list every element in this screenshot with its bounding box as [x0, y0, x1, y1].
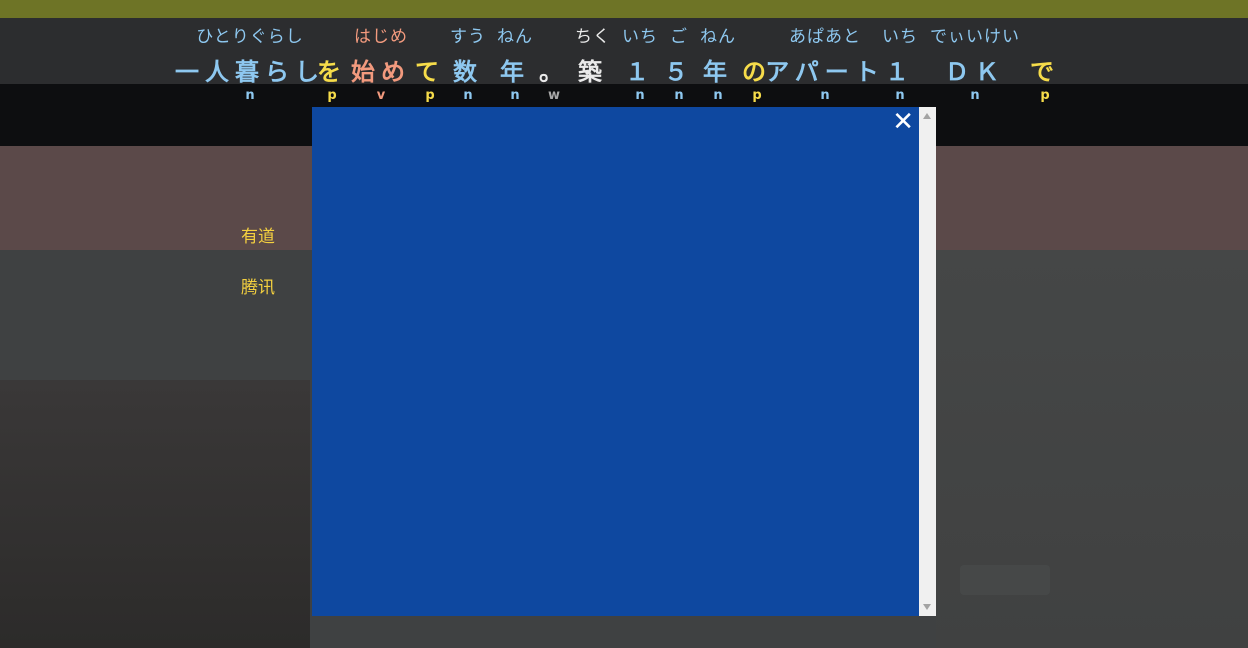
token-pos: n [635, 88, 645, 103]
token-text: 数 [453, 58, 483, 86]
dictionary-link-youdao[interactable]: 有道 [241, 222, 275, 247]
token-pos: n [245, 88, 255, 103]
token-reading: ねん [497, 27, 533, 47]
token-pos: p [752, 88, 762, 103]
token-pos: n [895, 88, 905, 103]
token-pos: n [820, 88, 830, 103]
token-pos: v [376, 88, 386, 103]
token-text: 一人暮らし [175, 58, 325, 86]
token-text: ＤＫ [945, 58, 1005, 86]
token-pos: p [1040, 88, 1050, 103]
token-reading: いち [882, 27, 918, 47]
token-reading: ひとりぐらし [196, 27, 304, 47]
token-text: ５ [664, 58, 694, 86]
token-reading: すう [450, 27, 486, 47]
token-text: て [415, 58, 445, 86]
token-text: 年 [703, 58, 733, 86]
dictionary-modal: ✕ [312, 107, 936, 616]
token-pos: p [425, 88, 435, 103]
token-text: 年 [500, 58, 530, 86]
token-pos: n [674, 88, 684, 103]
token-text: １ [885, 58, 915, 86]
token-pos: w [547, 88, 561, 103]
dictionary-link-tencent[interactable]: 腾讯 [241, 273, 275, 298]
token-pos: n [463, 88, 473, 103]
token-reading: いち [622, 27, 658, 47]
token-text: を [317, 58, 347, 86]
modal-scrollbar[interactable] [919, 107, 936, 616]
token-text: アパート [765, 58, 885, 86]
token-text: で [1030, 58, 1060, 86]
token-text: 築 [578, 58, 608, 86]
token-reading: ご [670, 27, 688, 47]
token-text: 始め [351, 58, 411, 86]
scroll-up-icon[interactable] [923, 113, 931, 119]
token-pos: p [327, 88, 337, 103]
close-icon[interactable]: ✕ [892, 109, 914, 135]
token-reading: ちく [575, 27, 611, 47]
blurred-pagination [960, 565, 1050, 595]
token-text: １ [625, 58, 655, 86]
video-frame-left [0, 380, 310, 648]
token-text: 。 [539, 58, 569, 86]
token-reading: ねん [700, 27, 736, 47]
token-pos: n [510, 88, 520, 103]
dictionary-links: 有道 腾讯 [241, 222, 275, 324]
token-reading: でぃいけい [930, 27, 1020, 47]
token-pos: n [970, 88, 980, 103]
furigana-subtitle: ひとりぐらし 一人暮らし n を p はじめ 始め v て p すう 数 n ね… [175, 18, 1065, 108]
token-reading: はじめ [354, 27, 408, 47]
scroll-down-icon[interactable] [923, 604, 931, 610]
token-pos: n [713, 88, 723, 103]
token-reading: あぱあと [789, 27, 861, 47]
browser-top-strip [0, 0, 1248, 18]
